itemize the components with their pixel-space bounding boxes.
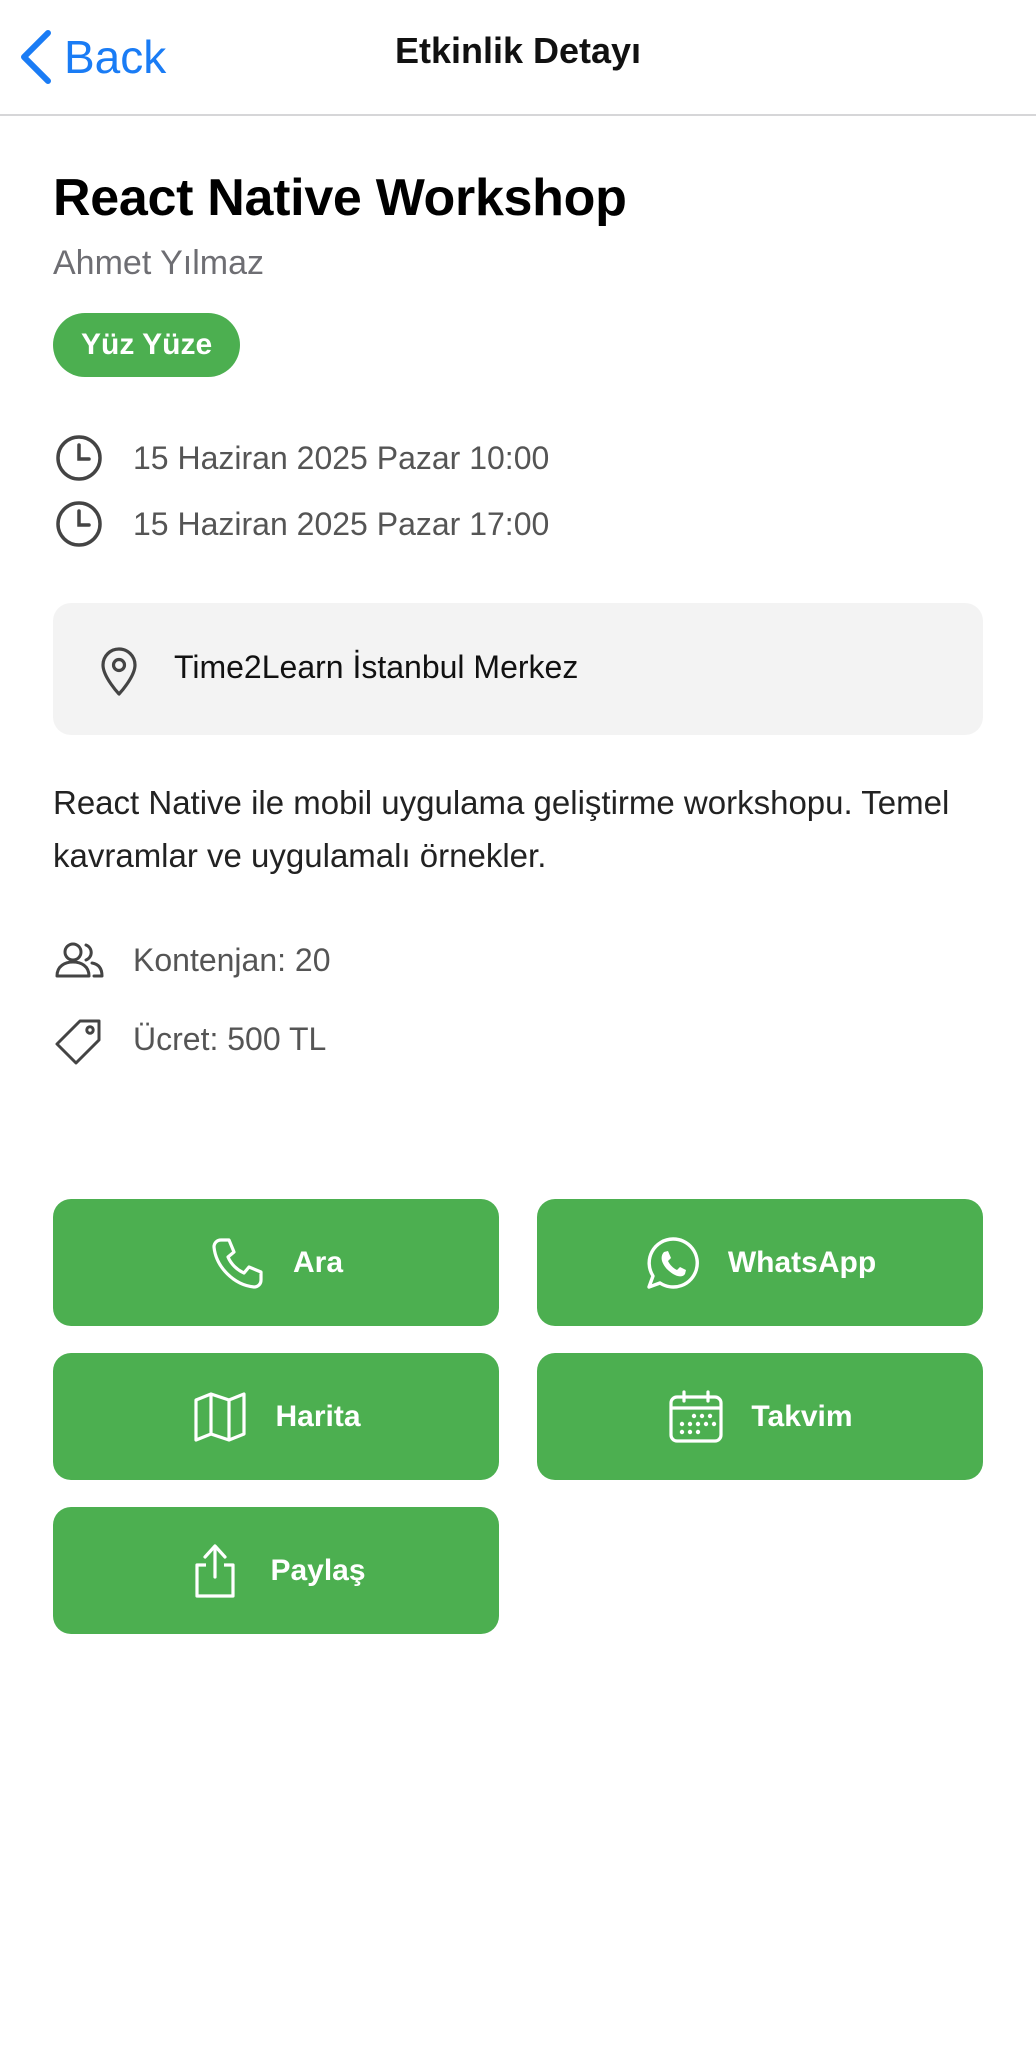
clock-icon <box>56 501 102 547</box>
share-button[interactable]: Paylaş <box>53 1507 499 1634</box>
clock-icon <box>56 435 102 481</box>
navigation-bar: Back Etkinlik Detayı <box>0 0 1036 116</box>
capacity-text: Kontenjan: 20 <box>133 942 331 978</box>
users-icon <box>55 942 104 978</box>
map-icon <box>194 1391 247 1442</box>
calendar-icon <box>669 1389 724 1443</box>
location-name: Time2Learn İstanbul Merkez <box>174 649 579 685</box>
organizer-name: Ahmet Yılmaz <box>53 244 265 282</box>
whatsapp-icon <box>647 1236 699 1289</box>
calendar-button[interactable]: Takvim <box>537 1353 983 1480</box>
start-time-row: 15 Haziran 2025 Pazar 10:00 <box>53 432 549 484</box>
map-button[interactable]: Harita <box>53 1353 499 1480</box>
price-tag-icon <box>55 1019 101 1065</box>
end-time-row: 15 Haziran 2025 Pazar 17:00 <box>53 498 549 550</box>
event-detail-screen: Back Etkinlik Detayı React Native Worksh… <box>0 0 1036 2048</box>
location-card[interactable]: Time2Learn İstanbul Merkez <box>53 603 983 735</box>
fee-text: Ücret: 500 TL <box>133 1021 327 1057</box>
whatsapp-label: WhatsApp <box>727 1245 877 1279</box>
event-description: React Native ile mobil uygulama geliştir… <box>53 784 950 874</box>
calendar-label: Takvim <box>751 1399 853 1433</box>
share-icon <box>195 1543 236 1598</box>
start-time: 15 Haziran 2025 Pazar 10:00 <box>133 439 550 476</box>
whatsapp-button[interactable]: WhatsApp <box>537 1199 983 1326</box>
map-pin-icon <box>101 647 137 696</box>
event-type-badge: Yüz Yüze <box>53 313 241 377</box>
call-button[interactable]: Ara <box>53 1199 499 1326</box>
map-label: Harita <box>275 1399 361 1433</box>
call-label: Ara <box>292 1245 344 1279</box>
event-title: React Native Workshop <box>53 169 627 227</box>
page-title: Etkinlik Detayı <box>394 30 642 71</box>
end-time: 15 Haziran 2025 Pazar 17:00 <box>133 505 550 542</box>
phone-icon <box>212 1237 263 1289</box>
share-label: Paylaş <box>270 1553 366 1587</box>
